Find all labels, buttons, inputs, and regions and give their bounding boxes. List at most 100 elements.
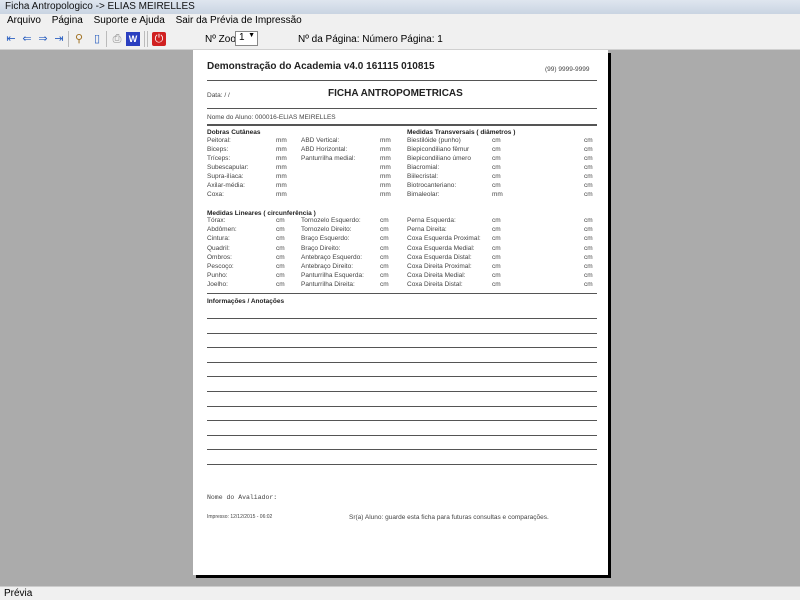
first-page-icon[interactable]: ⇤ [4, 32, 18, 46]
measure-label: Ombros: [207, 253, 232, 261]
transversais-title: Medidas Transversais ( diâmetros ) [407, 129, 516, 136]
unit-label: cm [492, 244, 501, 252]
unit-label: cm [584, 137, 593, 144]
measure-label: Panturrilha Esquerda: [301, 272, 364, 280]
unit-label: cm [584, 281, 593, 289]
phone: (99) 9999-9999 [545, 66, 590, 73]
evaluator: Nome do Avaliador: [207, 494, 278, 501]
unit-label: cm [380, 281, 389, 289]
window-title: Ficha Antropologico -> ELIAS MEIRELLES [0, 0, 800, 14]
unit-label: cm [492, 137, 501, 144]
measure-label: Abdômen: [207, 226, 237, 234]
print-icon[interactable]: ⎙ [110, 32, 124, 46]
measure-label: Biceps: [207, 146, 229, 153]
word-export-icon[interactable]: W [126, 32, 140, 46]
note-line [207, 332, 597, 334]
unit-label: cm [276, 263, 285, 270]
measure-label: Biestilóide (punho) [407, 137, 461, 144]
footer-note: Sr(a) Aluno: guarde esta ficha para futu… [349, 514, 549, 521]
note-line [207, 318, 597, 319]
unit-label: mm [380, 155, 391, 162]
unit-label: mm [380, 191, 391, 198]
menu-bar: Arquivo Página Suporte e Ajuda Sair da P… [0, 14, 800, 28]
unit-label: cm [492, 281, 501, 289]
unit-label: cm [276, 281, 285, 289]
zoom-value: 1 [239, 32, 245, 43]
measure-label: Axilar-média: [207, 182, 245, 189]
exit-icon[interactable]: ⏻ [152, 32, 166, 46]
zoom-select[interactable]: 1 ▼ [235, 31, 258, 46]
unit-label: mm [492, 191, 503, 198]
unit-label: cm [492, 253, 501, 261]
unit-label: cm [492, 272, 501, 280]
unit-label: cm [584, 226, 593, 234]
student-name: Nome do Aluno: 000016-ELIAS MEIRELLES [207, 114, 336, 121]
measure-label: Quadril: [207, 244, 230, 252]
measure-label: Peitoral: [207, 137, 231, 144]
unit-label: cm [584, 253, 593, 261]
page-number-label: Nº da Página: Número Página: 1 [298, 34, 443, 45]
toolbar: ⇤ ⇐ ⇒ ⇥ ⚲ ▯ ⎙ W ⏻ Nº Zoom 1 ▼ Nº da Págin… [0, 28, 800, 50]
unit-label: cm [276, 235, 285, 243]
note-line [207, 434, 597, 436]
measure-label: Tornozelo Direito: [301, 226, 352, 234]
measure-label: Pescoço: [207, 263, 234, 270]
unit-label: cm [492, 146, 501, 153]
unit-label: cm [584, 155, 593, 162]
unit-label: mm [380, 146, 391, 153]
measure-label: ABD Vertical: [301, 137, 340, 144]
measure-label: Perna Esquerda: [407, 217, 456, 224]
next-page-icon[interactable]: ⇒ [36, 32, 50, 46]
measure-label: Coxa Direita Medial: [407, 272, 466, 280]
measure-label: Panturrilha Direita: [301, 281, 355, 289]
unit-label: mm [276, 182, 287, 189]
measure-label: Tornozelo Esquerdo: [301, 217, 361, 224]
measure-label: Coxa: [207, 191, 224, 198]
measure-label: Tríceps: [207, 155, 231, 162]
unit-label: cm [584, 217, 593, 224]
unit-label: cm [380, 263, 389, 270]
menu-pagina[interactable]: Página [52, 15, 83, 26]
unit-label: cm [584, 164, 593, 171]
notes-title: Informações / Anotações [207, 298, 285, 305]
note-line [207, 464, 597, 465]
unit-label: cm [584, 173, 593, 180]
note-line [207, 361, 597, 363]
prev-page-icon[interactable]: ⇐ [20, 32, 34, 46]
unit-label: mm [380, 182, 391, 189]
unit-label: mm [380, 137, 391, 144]
dobras-title: Dobras Cutâneas [207, 129, 261, 136]
menu-suporte[interactable]: Suporte e Ajuda [94, 15, 165, 26]
unit-label: cm [492, 173, 501, 180]
unit-label: mm [380, 164, 391, 171]
lineares-title: Medidas Lineares ( circunferência ) [207, 210, 316, 217]
unit-label: cm [492, 217, 501, 224]
measure-label: Biacromial: [407, 164, 440, 171]
unit-label: cm [492, 164, 501, 171]
unit-label: cm [492, 235, 501, 243]
unit-label: cm [492, 182, 501, 189]
measure-label: Punho: [207, 272, 228, 280]
menu-sair-previa[interactable]: Sair da Prévia de Impressão [176, 15, 302, 26]
measure-label: Coxa Esquerda Medial: [407, 244, 475, 252]
menu-arquivo[interactable]: Arquivo [7, 15, 41, 26]
unit-label: cm [276, 217, 285, 224]
measure-label: Biilecristal: [407, 173, 439, 180]
unit-label: cm [276, 226, 285, 234]
unit-label: cm [276, 244, 285, 252]
unit-label: cm [492, 226, 501, 234]
measure-label: Supra-ilíaca: [207, 173, 244, 180]
status-bar: Prévia [0, 586, 800, 600]
unit-label: mm [276, 146, 287, 153]
book-icon[interactable]: ▯ [90, 32, 104, 46]
zoom-icon[interactable]: ⚲ [72, 32, 86, 46]
chevron-down-icon: ▼ [248, 32, 255, 39]
unit-label: cm [380, 253, 389, 261]
last-page-icon[interactable]: ⇥ [52, 32, 66, 46]
unit-label: cm [380, 235, 389, 243]
measure-label: Panturrilha medial: [301, 155, 356, 162]
measure-label: Braço Esquerdo: [301, 235, 350, 243]
note-line [207, 449, 597, 451]
unit-label: cm [584, 235, 593, 243]
measure-label: ABD Horizontal: [301, 146, 348, 153]
